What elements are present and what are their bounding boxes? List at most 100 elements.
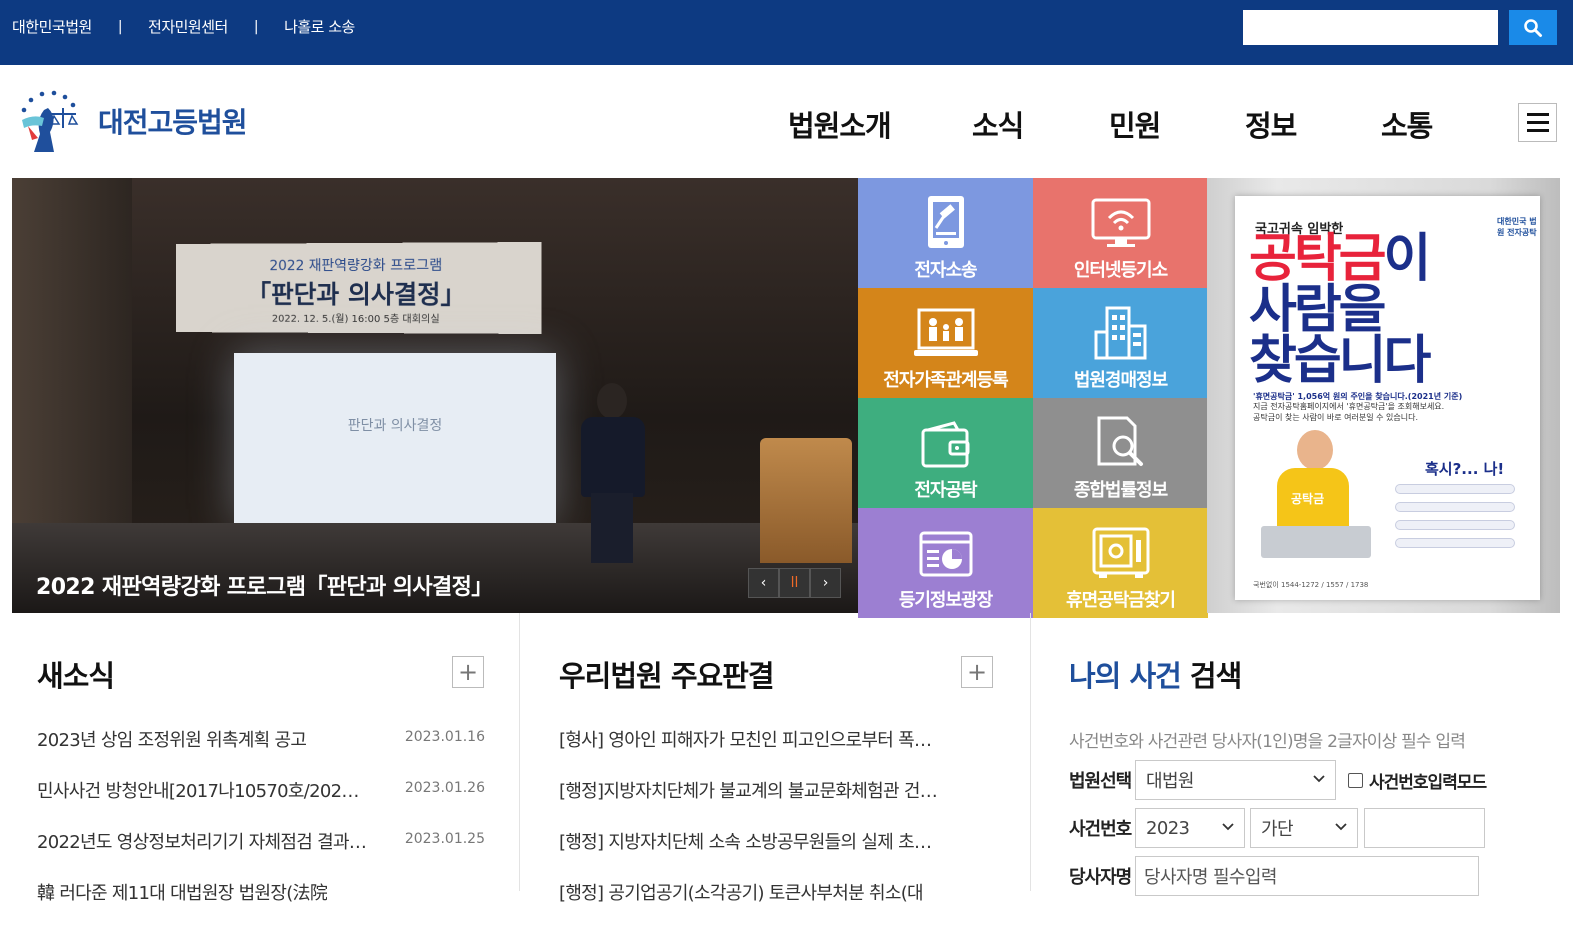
rulings-section: 우리법원 주요판결 + [형사] 영아인 피해자가 모친인 피고인으로부터 폭행… [521, 613, 1031, 904]
tablet-gavel-icon [927, 196, 964, 248]
news-item-date: 2023.01.16 [404, 729, 485, 745]
hero-controls: ‹ ll › [748, 568, 841, 598]
poster-item [1395, 520, 1515, 530]
search-button[interactable] [1509, 10, 1557, 45]
case-search-title-rest: 검색 [1180, 659, 1242, 693]
news-item-title: 2022년도 영상정보처리기기 자체점검 결과 공개 [37, 832, 367, 853]
chevron-down-icon [1222, 823, 1234, 831]
chevron-down-icon [1313, 775, 1325, 783]
tile-label: 전자공탁 [914, 480, 977, 501]
poster-desc-line: 지금 전자공탁홈페이지에서 '휴면공탁금'을 조회해보세요. [1253, 402, 1445, 412]
case-number-mode-checkbox[interactable]: 사건번호입력모드 [1348, 768, 1487, 793]
news-item-title: 민사사건 방청안내[2017나10570호/2022나12345] [37, 781, 367, 802]
banner-line: 2022 재판역량강화 프로그램 [269, 257, 443, 275]
slider-prev-button[interactable]: ‹ [748, 568, 779, 598]
news-more-button[interactable]: + [452, 656, 484, 688]
poster-title: 공탁금이 사람을 찾습니다 [1249, 233, 1431, 387]
tile-label: 등기정보광장 [898, 590, 993, 611]
quick-service-tiles: 전자소송 인터넷등기소 전자가족관계등록 법원경매정보 전자공탁 종합법률정보 … [858, 178, 1208, 618]
news-item-title: 韓 러다준 제11대 대법원장 법원장(法院 [37, 883, 328, 904]
court-select-row: 법원선택 대법원 사건번호입력모드 [1069, 760, 1487, 800]
list-item[interactable]: 2022년도 영상정보처리기기 자체점검 결과 공개 2023.01.25 [37, 825, 509, 876]
tile-auction-info[interactable]: 법원경매정보 [1033, 288, 1208, 398]
promo-banner[interactable]: 국고귀속 임박한 대한민국 법원 전자공탁 공탁금이 사람을 찾습니다 '휴면공… [1207, 178, 1560, 613]
site-header: 대전고등법원 법원소개 소식 민원 정보 소통 [0, 65, 1573, 178]
hamburger-line [1526, 113, 1549, 116]
party-name-input[interactable]: 당사자명 필수입력 [1135, 856, 1479, 896]
hero-speaker [575, 383, 651, 563]
buildings-icon [1094, 306, 1146, 360]
case-search-title: 나의 사건 검색 [1069, 653, 1242, 695]
tile-label: 법원경매정보 [1073, 370, 1168, 391]
party-name-label: 당사자명 [1069, 867, 1132, 888]
poster-maybe: 혹시?... 나! [1425, 460, 1505, 478]
tile-e-deposit[interactable]: 전자공탁 [858, 398, 1033, 508]
tile-legal-info[interactable]: 종합법률정보 [1033, 398, 1208, 508]
list-item[interactable]: 韓 러다준 제11대 대법원장 법원장(法院 [37, 876, 509, 927]
tile-label: 전자가족관계등록 [883, 370, 1008, 391]
hero-slider[interactable]: 2022 재판역량강화 프로그램 「판단과 의사결정」 2022. 12. 5.… [12, 178, 858, 613]
tile-label: 종합법률정보 [1073, 480, 1168, 501]
checkbox-icon [1348, 772, 1363, 788]
slider-pause-button[interactable]: ll [779, 568, 810, 598]
list-item[interactable]: [형사] 영아인 피해자가 모친인 피고인으로부터 폭행을 당한 사건 [559, 723, 1031, 774]
tile-label: 인터넷등기소 [1073, 260, 1168, 281]
wallet-icon [921, 421, 969, 468]
link-self-litigation[interactable]: 나홀로 소송 [284, 16, 355, 37]
hero-stage-banner: 2022 재판역량강화 프로그램 「판단과 의사결정」 2022. 12. 5.… [176, 242, 542, 334]
tile-label: 휴면공탁금찾기 [1066, 590, 1176, 611]
case-number-mode-label: 사건번호입력모드 [1369, 772, 1487, 793]
slider-next-button[interactable]: › [810, 568, 841, 598]
top-bar: 대한민국법원 | 전자민원센터 | 나홀로 소송 [0, 0, 1573, 65]
case-type-select[interactable]: 가단 [1250, 808, 1358, 848]
tile-label: 전자소송 [914, 260, 977, 281]
nav-item-about[interactable]: 법원소개 [788, 103, 892, 145]
nav-item-news[interactable]: 소식 [972, 103, 1024, 145]
top-links: 대한민국법원 | 전자민원센터 | 나홀로 소송 [12, 16, 355, 37]
poster-footer: 국번없이 1544-1272 / 1557 / 1738 [1253, 581, 1369, 589]
list-item[interactable]: [행정] 공기업공기(소각공기) 토큰사부처분 취소(대 [559, 876, 1031, 927]
news-section: 새소식 + 2023년 상임 조정위원 위촉계획 공고 2023.01.16 민… [12, 613, 520, 904]
site-logo[interactable]: 대전고등법원 [14, 86, 248, 156]
tile-dormant-deposit[interactable]: 휴면공탁금찾기 [1033, 508, 1208, 618]
list-item[interactable]: 2023년 상임 조정위원 위촉계획 공고 2023.01.16 [37, 723, 509, 774]
nav-item-communication[interactable]: 소통 [1381, 103, 1433, 145]
ruling-item-title: [행정]지방자치단체가 불교계의 불교문화체험관 건립을 지원한 사건 [559, 781, 939, 802]
list-item[interactable]: [행정] 지방자치단체 소속 소방공무원들의 실제 초과근무수당 사건 [559, 825, 1031, 876]
search-icon [1524, 18, 1542, 37]
ruling-item-title: [형사] 영아인 피해자가 모친인 피고인으로부터 폭행을 당한 사건 [559, 730, 939, 751]
hamburger-line [1526, 121, 1549, 124]
banner-title: 「판단과 의사결정」 [246, 279, 467, 310]
search-input[interactable] [1243, 10, 1498, 45]
case-type-value: 가단 [1261, 819, 1294, 840]
hamburger-menu-button[interactable] [1518, 103, 1557, 142]
case-number-input[interactable] [1364, 808, 1485, 848]
tile-internet-registry[interactable]: 인터넷등기소 [1033, 178, 1208, 288]
nav-item-civil[interactable]: 민원 [1109, 103, 1161, 145]
nav-item-info[interactable]: 정보 [1245, 103, 1297, 145]
monitor-wifi-icon [1091, 198, 1150, 247]
hamburger-line [1526, 129, 1549, 132]
rulings-list: [형사] 영아인 피해자가 모친인 피고인으로부터 폭행을 당한 사건 [행정]… [559, 723, 1031, 927]
tile-family-registration[interactable]: 전자가족관계등록 [858, 288, 1033, 398]
case-year-select[interactable]: 2023 [1135, 808, 1245, 848]
tile-e-litigation[interactable]: 전자소송 [858, 178, 1033, 288]
case-year-value: 2023 [1146, 817, 1190, 839]
safe-icon [1092, 527, 1149, 578]
link-e-civil-center[interactable]: 전자민원센터 [148, 16, 228, 37]
laptop-family-icon [913, 308, 978, 356]
news-list: 2023년 상임 조정위원 위촉계획 공고 2023.01.16 민사사건 방청… [37, 723, 509, 927]
list-item[interactable]: [행정]지방자치단체가 불교계의 불교문화체험관 건립을 지원한 사건 [559, 774, 1031, 825]
site-title: 대전고등법원 [98, 106, 248, 139]
poster-desc-line: 공탁금이 찾는 사람이 바로 여러분일 수 있습니다. [1253, 412, 1418, 422]
poster-title-part: 이 [1383, 229, 1432, 289]
list-item[interactable]: 민사사건 방청안내[2017나10570호/2022나12345] 2023.0… [37, 774, 509, 825]
tile-registry-square[interactable]: 등기정보광장 [858, 508, 1033, 618]
rulings-more-button[interactable]: + [961, 656, 993, 688]
poster-title-part: 찾습니다 [1249, 330, 1431, 391]
banner-date: 2022. 12. 5.(월) 16:00 5층 대회의실 [271, 313, 440, 326]
hero-caption[interactable]: 2022 재판역량강화 프로그램「판단과 의사결정」 [36, 569, 493, 601]
link-supreme-court[interactable]: 대한민국법원 [12, 16, 92, 37]
court-select[interactable]: 대법원 [1135, 760, 1336, 800]
rulings-title: 우리법원 주요판결 [559, 659, 775, 693]
